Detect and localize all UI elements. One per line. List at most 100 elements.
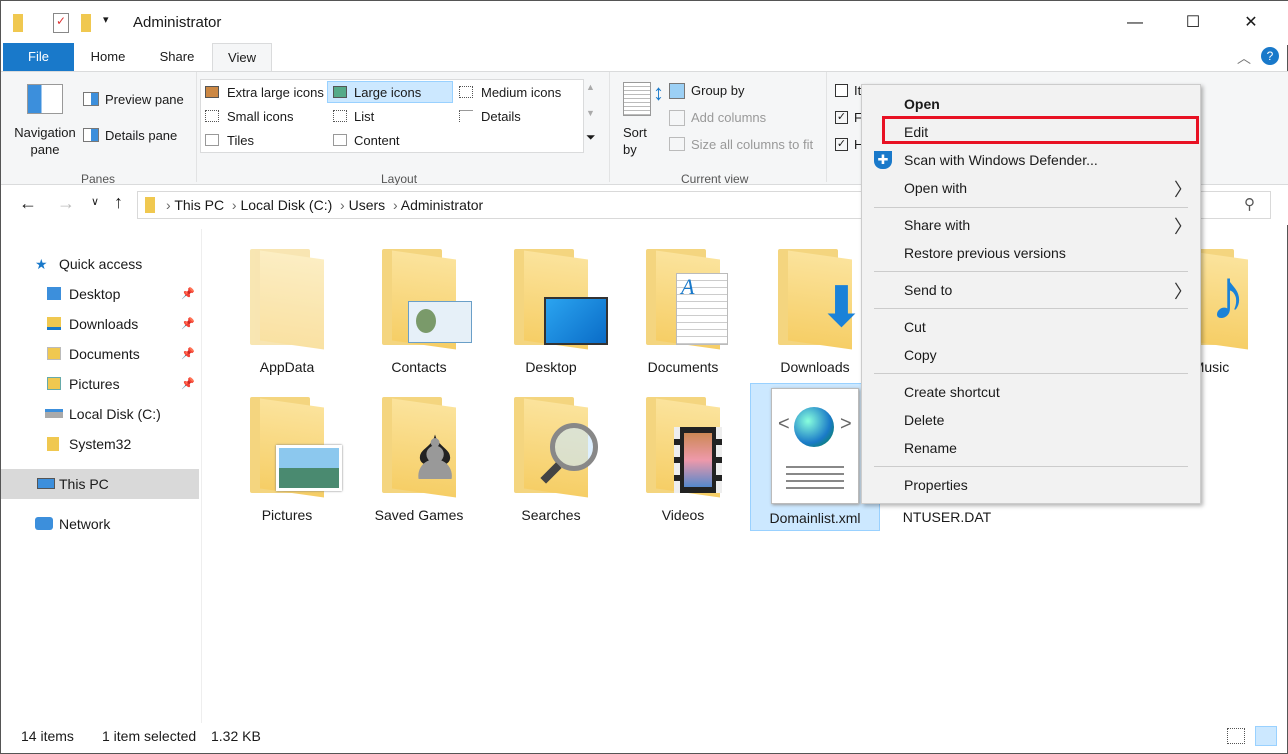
breadcrumb-local-disk[interactable]: Local Disk (C:) xyxy=(240,197,332,213)
submenu-arrow-icon: 〉 xyxy=(1174,282,1192,302)
downloads-icon xyxy=(47,317,61,330)
documents-folder-icon: A xyxy=(646,249,728,350)
size-columns-button[interactable]: Size all columns to fit xyxy=(691,137,813,152)
add-columns-button[interactable]: Add columns xyxy=(691,110,766,125)
nav-quick-access[interactable]: ★ Quick access xyxy=(1,249,199,279)
menu-send-to[interactable]: Send to xyxy=(904,282,952,298)
group-by-button[interactable]: Group by xyxy=(691,83,744,98)
nav-desktop[interactable]: Desktop 📌 xyxy=(1,279,199,309)
details-pane-button[interactable]: Details pane xyxy=(105,128,177,143)
computer-icon xyxy=(37,478,55,489)
group-by-icon xyxy=(669,83,685,99)
file-ntuser-dat[interactable]: NTUSER.DAT xyxy=(888,509,1006,525)
menu-create-shortcut[interactable]: Create shortcut xyxy=(904,384,1000,400)
file-videos[interactable]: Videos xyxy=(624,397,742,523)
file-appdata[interactable]: AppData xyxy=(228,249,346,375)
tiles-icon xyxy=(205,134,219,146)
layout-details[interactable]: Details xyxy=(481,109,521,124)
nav-local-disk[interactable]: Local Disk (C:) xyxy=(1,399,199,429)
nav-system32[interactable]: System32 xyxy=(1,429,199,459)
gallery-scroll-down[interactable]: ▼ xyxy=(586,108,595,118)
nav-downloads[interactable]: Downloads 📌 xyxy=(1,309,199,339)
layout-tiles[interactable]: Tiles xyxy=(227,133,254,148)
selection-size: 1.32 KB xyxy=(211,728,261,744)
gallery-scroll-up[interactable]: ▲ xyxy=(586,82,595,92)
videos-folder-icon xyxy=(646,397,722,498)
show-checkbox-2[interactable]: ✓ xyxy=(835,111,848,124)
large-icons-view-button[interactable] xyxy=(1255,726,1277,746)
breadcrumb-this-pc[interactable]: This PC xyxy=(174,197,224,213)
up-button[interactable]: ↑ xyxy=(114,192,123,213)
gallery-expand[interactable]: ⏷ xyxy=(586,130,596,145)
layout-medium-icons[interactable]: Medium icons xyxy=(481,85,561,100)
properties-quick-icon[interactable]: ✓ xyxy=(53,13,69,33)
sort-by-button[interactable]: Sort by xyxy=(623,124,655,158)
pin-icon[interactable]: 📌 xyxy=(181,369,195,399)
nav-network[interactable]: Network xyxy=(1,509,199,539)
layout-content[interactable]: Content xyxy=(354,133,400,148)
menu-open-with[interactable]: Open with xyxy=(904,180,967,196)
menu-cut[interactable]: Cut xyxy=(904,319,926,335)
customize-toolbar-icon[interactable]: ▾ xyxy=(103,13,109,26)
file-downloads[interactable]: ⬇ Downloads xyxy=(756,249,874,375)
maximize-button[interactable]: ☐ xyxy=(1173,9,1213,37)
forward-button[interactable]: → xyxy=(57,193,75,214)
menu-restore-versions[interactable]: Restore previous versions xyxy=(904,245,1066,261)
back-button[interactable]: ← xyxy=(19,193,37,214)
minimize-button[interactable]: — xyxy=(1115,9,1155,37)
menu-copy[interactable]: Copy xyxy=(904,347,937,363)
close-button[interactable]: ✕ xyxy=(1231,9,1271,37)
layout-list[interactable]: List xyxy=(354,109,374,124)
layout-extra-large-icons[interactable]: Extra large icons xyxy=(227,85,324,100)
file-searches[interactable]: Searches xyxy=(492,397,610,523)
show-checkbox-1[interactable] xyxy=(835,84,848,97)
search-icon[interactable]: ⚲ xyxy=(1244,195,1255,213)
file-documents[interactable]: A Documents xyxy=(624,249,742,375)
details-view-button[interactable] xyxy=(1227,728,1245,744)
layout-small-icons[interactable]: Small icons xyxy=(227,109,293,124)
recent-locations-button[interactable]: ∨ xyxy=(91,195,99,208)
pin-icon[interactable]: 📌 xyxy=(181,339,195,369)
tab-file[interactable]: File xyxy=(3,43,74,71)
breadcrumb-administrator[interactable]: Administrator xyxy=(401,197,483,213)
preview-pane-icon xyxy=(83,92,99,106)
menu-share-with[interactable]: Share with xyxy=(904,217,970,233)
menu-delete[interactable]: Delete xyxy=(904,412,944,428)
navigation-pane-button[interactable]: Navigation pane xyxy=(13,124,77,158)
pin-icon[interactable]: 📌 xyxy=(181,309,195,339)
submenu-arrow-icon: 〉 xyxy=(1174,180,1192,200)
desktop-folder-icon xyxy=(514,249,608,350)
layout-large-icons[interactable]: Large icons xyxy=(354,85,421,100)
minimize-ribbon-icon[interactable]: ︿ xyxy=(1237,48,1251,68)
file-pictures[interactable]: Pictures xyxy=(228,397,346,523)
show-checkbox-3[interactable]: ✓ xyxy=(835,138,848,151)
menu-rename[interactable]: Rename xyxy=(904,440,957,456)
menu-scan-defender[interactable]: Scan with Windows Defender... xyxy=(904,152,1098,168)
menu-properties[interactable]: Properties xyxy=(904,477,968,493)
menu-open[interactable]: Open xyxy=(904,96,940,112)
nav-pictures[interactable]: Pictures 📌 xyxy=(1,369,199,399)
help-icon[interactable]: ? xyxy=(1261,47,1279,65)
pin-icon[interactable]: 📌 xyxy=(181,279,195,309)
breadcrumb-users[interactable]: Users xyxy=(349,197,386,213)
tab-share[interactable]: Share xyxy=(146,43,208,71)
tab-view[interactable]: View xyxy=(212,43,272,72)
new-folder-quick-icon[interactable] xyxy=(81,14,91,32)
layout-group-label: Layout xyxy=(381,172,418,186)
details-pane-icon xyxy=(83,128,99,142)
documents-icon xyxy=(47,347,61,360)
desktop-icon xyxy=(47,287,61,300)
file-contacts[interactable]: Contacts xyxy=(360,249,478,375)
file-saved-games[interactable]: ♠ ♟ Saved Games xyxy=(360,397,478,523)
extra-large-icons-icon xyxy=(205,86,219,98)
nav-documents[interactable]: Documents 📌 xyxy=(1,339,199,369)
file-desktop[interactable]: Desktop xyxy=(492,249,610,375)
ribbon-tabs: File Home Share View ︿ ? xyxy=(1,43,1288,72)
nav-this-pc[interactable]: This PC xyxy=(1,469,199,499)
panes-group-label: Panes xyxy=(81,172,116,186)
tab-home[interactable]: Home xyxy=(79,43,137,71)
breadcrumb: › This PC › Local Disk (C:) › Users › Ad… xyxy=(166,197,484,213)
preview-pane-button[interactable]: Preview pane xyxy=(105,92,184,107)
menu-edit[interactable]: Edit xyxy=(904,124,928,140)
medium-icons-icon xyxy=(459,86,473,98)
